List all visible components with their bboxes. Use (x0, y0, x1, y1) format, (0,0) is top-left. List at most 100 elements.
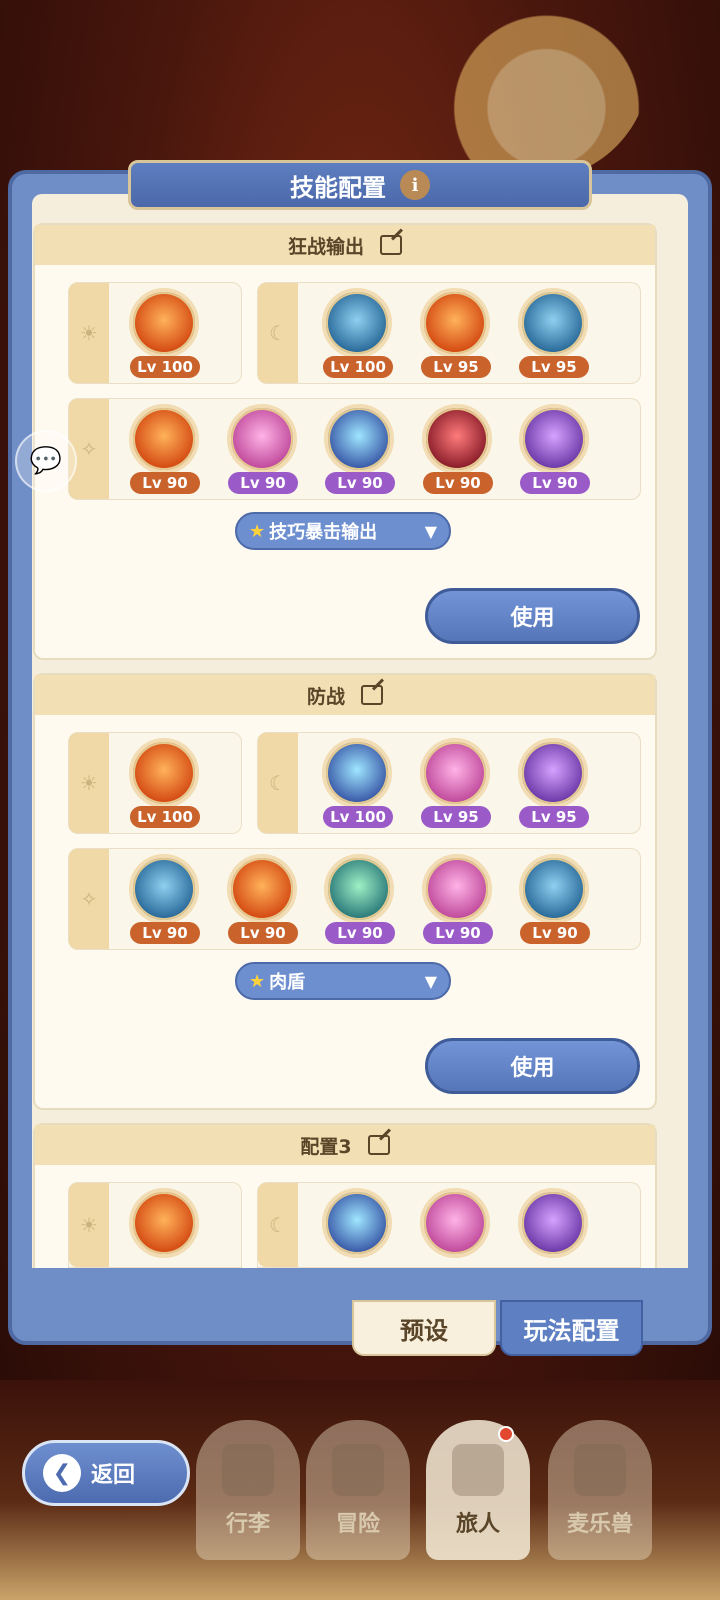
nav-item-luggage[interactable]: 行李 (196, 1420, 300, 1560)
skill-item[interactable]: Lv 90 (127, 854, 201, 946)
preset-header: 配置3 (35, 1125, 655, 1165)
skill-item[interactable]: Lv 95 (516, 738, 590, 830)
skill-item[interactable] (418, 1188, 492, 1280)
edit-icon[interactable] (380, 235, 402, 255)
nav-label: 麦乐兽 (566, 1512, 633, 1537)
skill-level: Lv 90 (520, 922, 590, 944)
skill-icon (422, 854, 492, 924)
skill-level: Lv 95 (421, 356, 491, 378)
chevron-down-icon: ▼ (424, 971, 437, 991)
traveler-avatar-icon (452, 1444, 504, 1496)
star-icon: ★ (249, 970, 266, 992)
back-button[interactable]: ❮ 返回 (22, 1440, 190, 1506)
skill-level: Lv 90 (325, 922, 395, 944)
skill-item[interactable]: Lv 90 (322, 404, 396, 496)
skill-icon (324, 404, 394, 474)
skill-icon (420, 738, 490, 808)
edit-icon[interactable] (367, 1135, 390, 1155)
preset-header: 狂战输出 (35, 225, 655, 265)
skill-item[interactable]: Lv 90 (225, 854, 299, 946)
skill-icon (322, 738, 392, 808)
skill-icon (322, 288, 392, 358)
preset-tag-dropdown[interactable]: ★ 技巧暴击输出 ▼ (235, 512, 451, 550)
nav-label: 旅人 (455, 1512, 500, 1537)
skill-icon (519, 404, 589, 474)
skill-icon (518, 738, 588, 808)
skill-item[interactable]: Lv 90 (420, 854, 494, 946)
star-icon: ★ (249, 520, 266, 542)
skill-item[interactable]: Lv 100 (127, 288, 201, 380)
moon-icon: ☾ (258, 1183, 298, 1267)
preset-tag-dropdown[interactable]: ★ 肉盾 ▼ (235, 962, 451, 1000)
skill-icon (322, 1188, 392, 1258)
tab-gameplay-config[interactable]: 玩法配置 (500, 1300, 643, 1356)
sun-icon: ☀ (69, 1183, 109, 1267)
skill-item[interactable]: Lv 100 (127, 738, 201, 830)
crossed-swords-icon (332, 1444, 384, 1496)
skill-level: Lv 90 (228, 922, 298, 944)
sun-icon: ☀ (69, 733, 109, 833)
skill-icon (227, 854, 297, 924)
chest-icon (222, 1444, 274, 1496)
skill-icon (420, 288, 490, 358)
skill-level: Lv 90 (423, 472, 493, 494)
star-icon: ✧ (69, 399, 109, 499)
notification-dot (498, 1426, 514, 1442)
skill-item[interactable] (127, 1188, 201, 1280)
use-button[interactable]: 使用 (425, 1038, 640, 1094)
skill-icon (518, 288, 588, 358)
skill-icon (422, 404, 492, 474)
panel-title-bar: 技能配置 i (128, 160, 592, 210)
skill-level: Lv 90 (228, 472, 298, 494)
nav-item-adventure[interactable]: 冒险 (306, 1420, 410, 1560)
skill-item[interactable]: Lv 100 (320, 738, 394, 830)
skill-icon (129, 738, 199, 808)
skill-level: Lv 95 (519, 806, 589, 828)
skill-level: Lv 90 (325, 472, 395, 494)
skill-icon (518, 1188, 588, 1258)
skill-icon (420, 1188, 490, 1258)
info-icon[interactable]: i (400, 170, 430, 200)
back-label: 返回 (91, 1463, 136, 1488)
skill-level: Lv 90 (130, 922, 200, 944)
tab-preset[interactable]: 预设 (352, 1300, 496, 1356)
skill-icon (519, 854, 589, 924)
page-title: 技能配置 (290, 173, 386, 202)
pet-icon (574, 1444, 626, 1496)
skill-level: Lv 90 (423, 922, 493, 944)
chevron-down-icon: ▼ (424, 521, 437, 541)
skill-level: Lv 95 (421, 806, 491, 828)
skill-item[interactable]: Lv 100 (320, 288, 394, 380)
skill-item[interactable]: Lv 90 (517, 404, 591, 496)
skill-icon (227, 404, 297, 474)
preset-tag: 肉盾 (269, 972, 306, 993)
skill-level: Lv 100 (323, 806, 393, 828)
skill-icon (129, 854, 199, 924)
preset-name: 狂战输出 (287, 235, 364, 258)
skill-item[interactable]: Lv 90 (225, 404, 299, 496)
skill-item[interactable]: Lv 90 (127, 404, 201, 496)
skill-item[interactable]: Lv 95 (516, 288, 590, 380)
preset-name: 配置3 (300, 1135, 352, 1158)
chat-icon[interactable]: 💬 (15, 430, 77, 492)
skill-item[interactable]: Lv 90 (420, 404, 494, 496)
use-button[interactable]: 使用 (425, 588, 640, 644)
skill-item[interactable]: Lv 95 (418, 738, 492, 830)
edit-icon[interactable] (361, 685, 383, 705)
skill-item[interactable] (516, 1188, 590, 1280)
nav-label: 冒险 (335, 1512, 380, 1537)
skill-icon (324, 854, 394, 924)
back-arrow-icon: ❮ (43, 1454, 81, 1492)
skill-level: Lv 100 (323, 356, 393, 378)
nav-item-traveler[interactable]: 旅人 (426, 1420, 530, 1560)
nav-label: 行李 (225, 1512, 270, 1537)
skill-item[interactable]: Lv 95 (418, 288, 492, 380)
skill-item[interactable]: Lv 90 (322, 854, 396, 946)
skill-level: Lv 100 (130, 806, 200, 828)
skill-level: Lv 100 (130, 356, 200, 378)
nav-item-pet[interactable]: 麦乐兽 (548, 1420, 652, 1560)
skill-item[interactable]: Lv 90 (517, 854, 591, 946)
skill-level: Lv 90 (520, 472, 590, 494)
skill-item[interactable] (320, 1188, 394, 1280)
moon-icon: ☾ (258, 733, 298, 833)
